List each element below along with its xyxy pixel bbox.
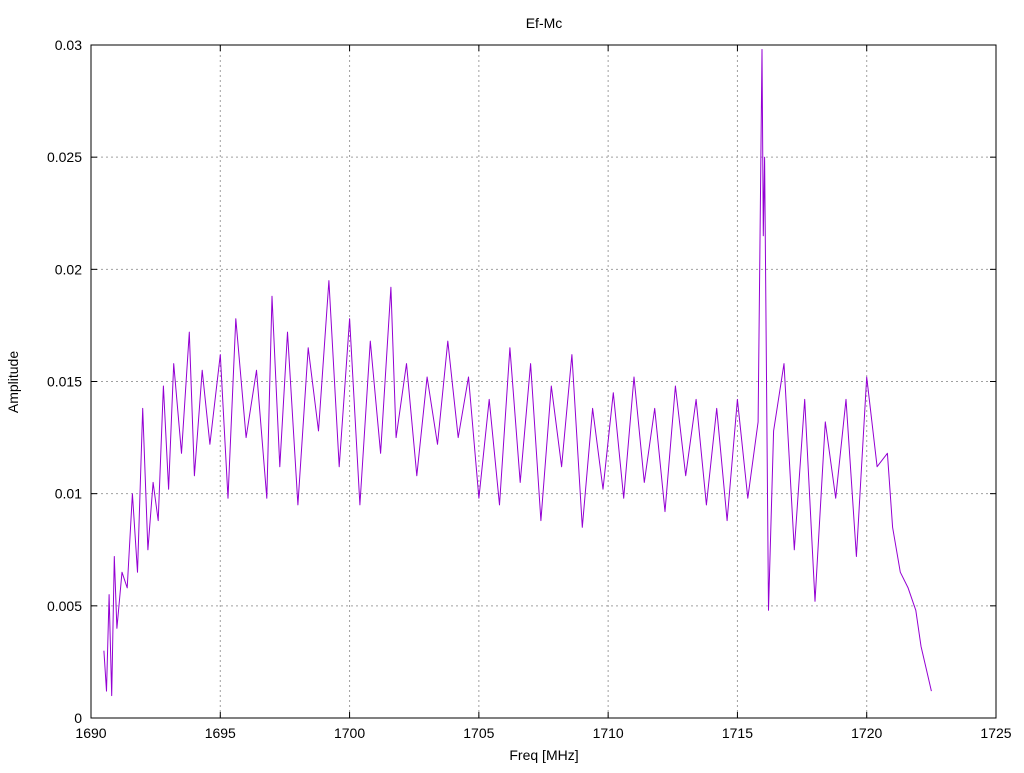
x-tick-label: 1695 [205, 725, 236, 741]
x-tick-label: 1720 [851, 725, 882, 741]
y-tick-label: 0.005 [47, 598, 82, 614]
x-tick-label: 1705 [463, 725, 494, 741]
grid-lines [91, 45, 996, 718]
y-tick-label: 0.01 [55, 486, 82, 502]
y-tick-label: 0.02 [55, 261, 82, 277]
x-tick-label: 1725 [980, 725, 1011, 741]
series-line-0 [103, 49, 932, 697]
chart-plot: 1690 1695 1700 1705 1710 1715 1720 1725 0 0.005 0.… [5, 15, 1012, 763]
y-axis-label: Amplitude [5, 351, 21, 413]
y-tick-label: 0.025 [47, 149, 82, 165]
chart-title: Ef-Mc [526, 15, 563, 31]
series-group [103, 49, 932, 697]
chart-root: 1690 1695 1700 1705 1710 1715 1720 1725 0 0.005 0.… [0, 0, 1024, 768]
y-tick-label: 0 [74, 710, 82, 726]
y-tick-label: 0.03 [55, 37, 82, 53]
x-tick-label: 1715 [722, 725, 753, 741]
x-axis-label: Freq [MHz] [509, 747, 578, 763]
x-tick-label: 1710 [593, 725, 624, 741]
x-tick-label: 1690 [75, 725, 106, 741]
x-tick-label: 1700 [334, 725, 365, 741]
y-tick-label: 0.015 [47, 374, 82, 390]
